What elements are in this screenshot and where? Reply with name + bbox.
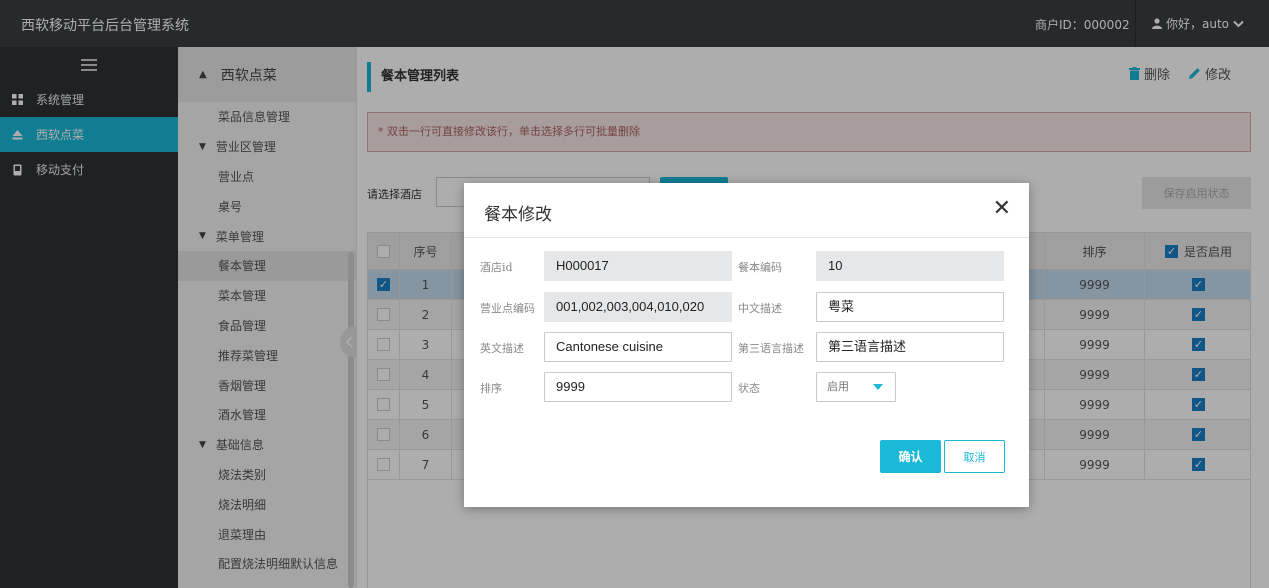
dialog-header: 餐本修改 ✕ (464, 183, 1029, 238)
outlet-code-label: 营业点编码 (480, 302, 535, 315)
en-desc-label: 英文描述 (480, 342, 524, 355)
status-label: 状态 (738, 382, 760, 395)
menu-code-label: 餐本编码 (738, 261, 782, 274)
form-row: 营业点编码 001,002,003,004,010,020 中文描述 粤菜 (464, 292, 1029, 322)
confirm-button[interactable]: 确认 (880, 440, 941, 473)
form-row: 酒店id H000017 餐本编码 10 (464, 251, 1029, 281)
third-desc-field[interactable]: 第三语言描述 (816, 332, 1004, 362)
sort-field[interactable]: 9999 (544, 372, 732, 402)
cancel-button[interactable]: 取消 (944, 440, 1005, 473)
caret-down-icon (873, 384, 883, 390)
cn-desc-field[interactable]: 粤菜 (816, 292, 1004, 322)
outlet-code-field[interactable]: 001,002,003,004,010,020 (544, 292, 732, 322)
sort-label: 排序 (480, 382, 502, 395)
close-icon[interactable]: ✕ (993, 198, 1011, 220)
en-desc-field[interactable]: Cantonese cuisine (544, 332, 732, 362)
status-select[interactable]: 启用 (816, 372, 896, 402)
form-row: 排序 9999 状态 启用 (464, 372, 1029, 402)
hotel-id-label: 酒店id (480, 261, 513, 274)
menu-code-field[interactable]: 10 (816, 251, 1004, 281)
hotel-id-field[interactable]: H000017 (544, 251, 732, 281)
edit-menu-dialog: 餐本修改 ✕ 酒店id H000017 餐本编码 10 营业点编码 001,00… (464, 183, 1029, 507)
dialog-title: 餐本修改 (484, 205, 552, 225)
status-select-value: 启用 (827, 380, 849, 393)
third-desc-label: 第三语言描述 (738, 342, 804, 355)
form-row: 英文描述 Cantonese cuisine 第三语言描述 第三语言描述 (464, 332, 1029, 362)
cn-desc-label: 中文描述 (738, 302, 782, 315)
